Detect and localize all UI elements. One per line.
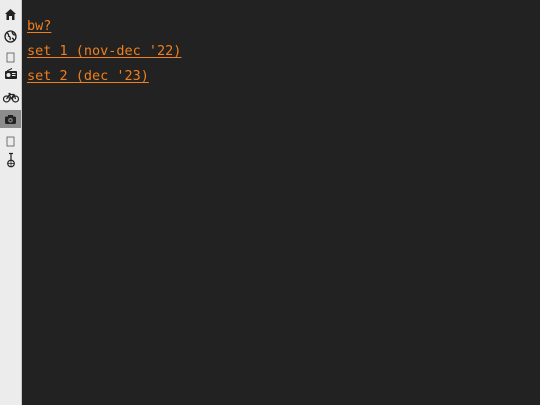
sidebar-item-unicycle[interactable] xyxy=(0,151,21,169)
blank-square-icon xyxy=(6,136,15,146)
camera-icon xyxy=(5,114,16,124)
sidebar-nav xyxy=(0,0,22,405)
sidebar-item-blank-2[interactable] xyxy=(0,132,21,150)
sidebar-item-blank-1[interactable] xyxy=(0,48,21,66)
sidebar-item-radio[interactable] xyxy=(0,65,21,83)
link-bw[interactable]: bw? xyxy=(27,14,181,39)
globe-icon xyxy=(4,29,17,43)
main-content: bw? set 1 (nov-dec '22) set 2 (dec '23) xyxy=(27,14,181,89)
sidebar-item-bicycle[interactable] xyxy=(0,88,21,106)
blank-square-icon xyxy=(6,52,15,62)
link-set-1[interactable]: set 1 (nov-dec '22) xyxy=(27,39,181,64)
bicycle-icon xyxy=(2,92,19,103)
link-set-2[interactable]: set 2 (dec '23) xyxy=(27,64,181,89)
house-icon xyxy=(5,8,16,20)
unicycle-icon xyxy=(6,152,15,168)
radio-icon xyxy=(4,68,17,79)
sidebar-item-home[interactable] xyxy=(0,5,21,23)
sidebar-item-globe[interactable] xyxy=(0,27,21,45)
sidebar-item-camera[interactable] xyxy=(0,110,21,128)
